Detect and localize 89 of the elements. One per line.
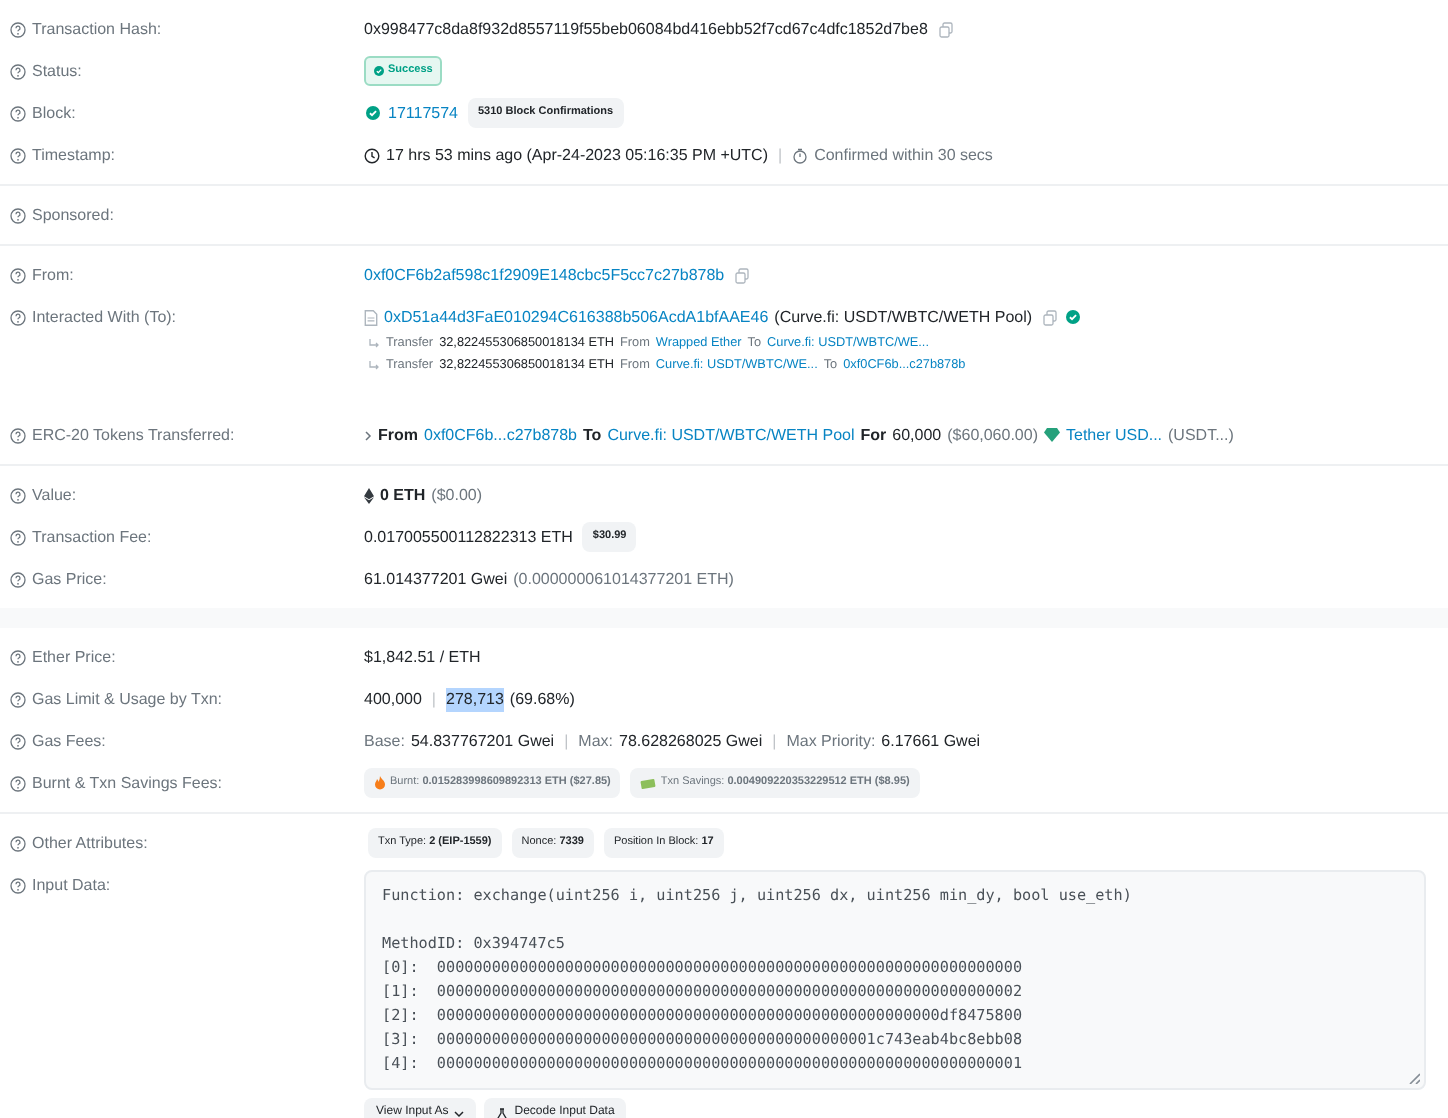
help-icon [10,733,26,749]
copy-icon[interactable] [734,267,751,283]
help-icon [10,207,26,223]
value-text: 0.017005500112822313 ETH [364,525,573,549]
field-label: Burnt & Txn Savings Fees: [32,771,223,795]
field-label: Value: [32,483,77,507]
check-circle-icon [1066,310,1081,324]
chevron-icon [364,429,372,441]
field-label: Interacted With (To): [32,305,177,329]
clock-icon [364,147,380,163]
muted-text: Max Priority: [786,729,876,753]
value-text: 78.628268025 Gwei [619,729,763,753]
field-label: Gas Fees: [32,729,106,753]
bold-text: For [860,423,887,447]
help-icon [10,267,26,283]
help-icon [10,105,26,121]
help-icon [10,21,26,37]
muted-text: Confirmed within 30 secs [814,143,993,167]
field-label: Block: [32,101,76,125]
bold-text: From [378,423,418,447]
bold-text: 0 ETH [380,483,426,507]
field-label: Status: [32,59,82,83]
value-text: 0x998477c8da8f932d8557119f55beb06084bd416ebb52f7cd67c4dfc1852d7be8 [364,17,928,41]
field-label: Transaction Hash: [32,17,162,41]
diamond-icon [1044,428,1060,442]
value-text: 54.837767201 Gwei [410,729,555,753]
field-label: Timestamp: [32,143,115,167]
help-icon [10,571,26,587]
help-icon [10,427,26,443]
value-text: (Curve.fi: USDT/WBTC/WETH Pool) [774,305,1033,329]
field-label: Gas Price: [32,567,107,591]
ethereum-icon [364,487,374,503]
copy-icon[interactable] [1042,309,1059,325]
check-circle-icon [366,106,380,120]
value-text: 60,000 [892,423,942,447]
resize-handle-icon[interactable] [1408,1072,1420,1084]
sub-arrow-icon [368,359,380,371]
field-label: Transaction Fee: [32,525,152,549]
link[interactable]: Tether USD... [1066,423,1163,447]
muted-text: ($60,060.00) [947,423,1038,447]
link[interactable]: 0xD51a44d3FaE010294C616388b506AcdA1bfAAE46 [384,305,769,329]
help-icon [10,63,26,79]
stopwatch-icon [792,147,809,163]
separator: | [775,143,785,167]
value-text: 400,000 [364,687,422,711]
sub-arrow-icon [368,337,380,349]
field-label: Gas Limit & Usage by Txn: [32,687,222,711]
muted-text: Max: [578,729,614,753]
flame-icon [374,776,386,790]
value-text: (69.68%) [509,687,575,711]
help-icon [10,147,26,163]
help-icon [10,649,26,665]
link[interactable]: 17117574 [388,101,458,125]
money-icon [640,777,657,789]
value-text: $1,842.51 / ETH [364,645,481,669]
value-text: 61.014377201 Gwei [364,567,508,591]
help-icon [10,487,26,503]
muted-text: (0.000000061014377201 ETH) [513,567,734,591]
help-icon [10,691,26,707]
muted-text: Base: [364,729,405,753]
link[interactable]: 0xf0CF6b2af598c1f2909E148cbc5F5cc7c27b878b [364,263,725,287]
muted-text: (USDT...) [1168,423,1234,447]
help-icon [10,529,26,545]
selected-text: 278,713 [446,687,504,711]
link[interactable]: Curve.fi: USDT/WBTC/WETH Pool [607,423,855,447]
caret-icon [454,1109,465,1117]
input-data-field[interactable] [364,870,1426,1090]
help-icon [10,835,26,851]
value-text: 17 hrs 53 mins ago (Apr-24-2023 05:16:35 PM +UTC) [386,143,768,167]
help-icon [10,877,26,893]
document-icon [364,309,378,325]
separator: | [770,729,779,753]
copy-icon[interactable] [937,21,954,37]
field-label: From: [32,263,74,287]
field-label: Ether Price: [32,645,116,669]
link[interactable]: 0xf0CF6b...c27b878b [424,423,577,447]
field-label: Other Attributes: [32,831,148,855]
help-icon [10,775,26,791]
separator: | [562,729,571,753]
help-icon [10,309,26,325]
field-label: Sponsored: [32,203,114,227]
flask-icon [496,1107,509,1118]
muted-text: ($0.00) [431,483,483,507]
field-label: Input Data: [32,873,111,897]
field-label: ERC-20 Tokens Transferred: [32,423,235,447]
check-circle-icon [374,66,384,76]
separator: | [429,687,438,711]
value-text: 6.17661 Gwei [881,729,981,753]
bold-text: To [583,423,602,447]
